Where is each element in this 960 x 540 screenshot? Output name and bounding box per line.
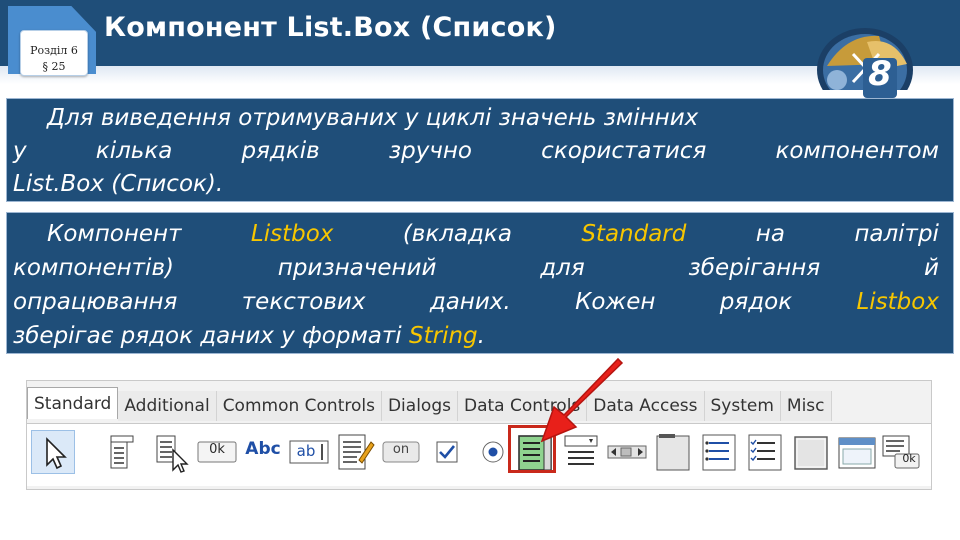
main-menu-icon[interactable]	[103, 430, 147, 474]
listbox-text-panel: Компонент Listbox (вкладка Standard на п…	[6, 212, 954, 354]
frame-icon[interactable]	[835, 430, 879, 474]
word: й	[924, 255, 939, 281]
word: (вкладка	[402, 221, 512, 247]
memo-icon[interactable]	[333, 430, 377, 474]
intro-line-1-text: Для виведення отримуваних у циклі значен…	[47, 105, 699, 131]
palette-tabs: Standard Additional Common Controls Dial…	[27, 387, 931, 421]
red-pointer-arrow-icon	[536, 357, 632, 447]
listbox-line-3: опрацювання текстових даних. Кожен рядок…	[13, 285, 939, 319]
word: Компонент	[47, 221, 182, 247]
word: опрацювання	[13, 289, 178, 315]
period: .	[477, 323, 485, 349]
intro-line-1: Для виведення отримуваних у циклі значен…	[47, 101, 939, 135]
radio-group-icon[interactable]	[697, 430, 741, 474]
keyword-standard: Standard	[581, 221, 687, 247]
listbox-line-2: компонентів) призначений для зберігання …	[13, 251, 939, 285]
word: Кожен	[575, 289, 656, 315]
word: компонентів)	[13, 255, 174, 281]
line-4-text: зберігає рядок даних у форматі	[13, 323, 409, 349]
pointer-arrow-icon[interactable]	[31, 430, 75, 474]
word: зберігання	[688, 255, 821, 281]
check-group-icon[interactable]	[743, 430, 787, 474]
panel-icon[interactable]	[789, 430, 833, 474]
keyword-string: String	[409, 323, 478, 349]
word: зручно	[388, 138, 472, 164]
bit-button-label: 0k	[902, 452, 916, 465]
intro-line-2: у кілька рядків зручно скористатися комп…	[13, 134, 939, 168]
label-icon[interactable]: Abc	[241, 430, 285, 474]
word: кілька	[95, 138, 173, 164]
keyword-listbox: Listbox	[856, 289, 939, 315]
section-number: Розділ 6	[30, 44, 78, 57]
button-icon[interactable]: 0k	[195, 430, 239, 474]
palette-icons: 0k Abc ab on 0k	[27, 423, 931, 486]
page-title: Компонент List.Box (Список)	[104, 12, 557, 43]
button-icon-label: 0k	[209, 442, 225, 457]
intro-line-3-text: List.Box (Список).	[13, 171, 224, 197]
word: скористатися	[541, 138, 707, 164]
intro-text-panel: Для виведення отримуваних у циклі значен…	[6, 98, 954, 202]
intro-line-3: List.Box (Список).	[13, 167, 945, 201]
popup-menu-icon[interactable]	[151, 430, 195, 474]
tab-standard[interactable]: Standard	[27, 387, 119, 419]
edit-icon[interactable]: ab	[287, 430, 331, 474]
word: текстових	[241, 289, 366, 315]
listbox-line-1: Компонент Listbox (вкладка Standard на п…	[47, 217, 939, 251]
tab-additional[interactable]: Additional	[118, 391, 217, 421]
edit-icon-text: ab	[296, 442, 316, 460]
section-tab: Розділ 6 § 25	[8, 6, 96, 76]
word: даних.	[429, 289, 511, 315]
keyword-listbox: Listbox	[250, 221, 334, 247]
label-icon-text: Abc	[245, 439, 281, 459]
paragraph-number: § 25	[42, 60, 66, 73]
component-palette: Standard Additional Common Controls Dial…	[26, 380, 932, 490]
bit-button-icon[interactable]: 0k	[879, 430, 923, 474]
word: призначений	[277, 255, 437, 281]
word: палітрі	[854, 221, 939, 247]
group-box-icon[interactable]	[651, 430, 695, 474]
check-box-icon[interactable]	[425, 430, 469, 474]
grade-emblem: 8	[807, 14, 933, 112]
grade-number: 8	[868, 54, 892, 94]
word: на	[755, 221, 785, 247]
tab-system[interactable]: System	[704, 391, 781, 421]
word: рядків	[241, 138, 320, 164]
tab-misc[interactable]: Misc	[780, 391, 832, 421]
toggle-box-icon[interactable]: on	[379, 430, 423, 474]
word: для	[540, 255, 585, 281]
toggle-box-label: on	[392, 442, 410, 457]
word: у	[13, 138, 27, 164]
listbox-line-4: зберігає рядок даних у форматі String.	[13, 319, 945, 353]
tab-common-controls[interactable]: Common Controls	[216, 391, 382, 421]
word: компонентом	[775, 138, 939, 164]
tab-dialogs[interactable]: Dialogs	[381, 391, 458, 421]
word: рядок	[719, 289, 793, 315]
